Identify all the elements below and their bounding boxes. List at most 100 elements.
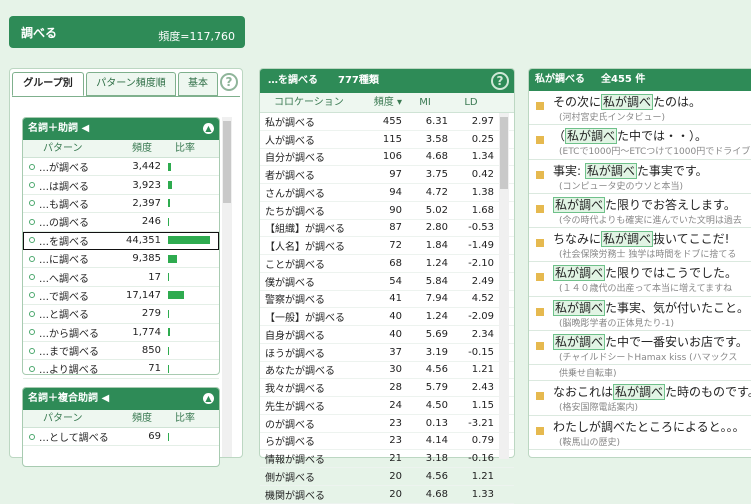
example-sentence-row[interactable]: なおこれは 私が調べ た時のものです。 (格安国際電話案内) bbox=[529, 381, 751, 416]
collocation-row[interactable]: 者が調べる 97 3.75 0.42 bbox=[260, 166, 514, 184]
col-frequency[interactable]: 頻度 bbox=[119, 140, 165, 157]
radio-icon[interactable] bbox=[29, 255, 35, 262]
radio-icon[interactable] bbox=[29, 163, 35, 170]
col-frequency[interactable]: 頻度 bbox=[119, 410, 165, 427]
col-ratio[interactable]: 比率 bbox=[165, 140, 219, 157]
tab-group[interactable]: グループ別 bbox=[12, 72, 84, 96]
collocation-row[interactable]: 【人名】が調べる 72 1.84 -1.49 bbox=[260, 237, 514, 255]
collocation-row[interactable]: らが調べる 23 4.14 0.79 bbox=[260, 433, 514, 451]
collocation-row[interactable]: 情報が調べる 21 3.18 -0.16 bbox=[260, 450, 514, 468]
pattern-row[interactable]: …として調べる 69 bbox=[23, 428, 219, 447]
pattern-row[interactable]: …を調べる 44,351 bbox=[23, 231, 219, 250]
collapse-icon[interactable]: ▲ bbox=[203, 123, 214, 134]
pattern-row[interactable]: …で調べる 17,147 bbox=[23, 287, 219, 306]
example-sentence-row[interactable]: その次に 私が調べ たのは。 (河村宮史氏インタビュー) bbox=[529, 91, 751, 126]
example-source[interactable]: (チャイルドシートHamax kiss (ハマックス bbox=[559, 350, 737, 363]
example-sentence-row[interactable]: （私が調べ た中では・・）。 (ETCで1000円～ETCつけて1000円でドライブ bbox=[529, 125, 751, 160]
pattern-row[interactable]: …の調べる 246 bbox=[23, 213, 219, 232]
col-ratio[interactable]: 比率 bbox=[165, 410, 219, 427]
collocation-row[interactable]: 僕が調べる 54 5.84 2.49 bbox=[260, 273, 514, 291]
pattern-row[interactable]: …も調べる 2,397 bbox=[23, 195, 219, 214]
radio-icon[interactable] bbox=[29, 329, 35, 336]
pattern-row[interactable]: …が調べる 3,442 bbox=[23, 158, 219, 177]
radio-icon[interactable] bbox=[29, 200, 35, 207]
radio-icon[interactable] bbox=[29, 310, 35, 317]
pattern-row[interactable]: …へ調べる 17 bbox=[23, 268, 219, 287]
example-source[interactable]: (ETCで1000円～ETCつけて1000円でドライブ bbox=[559, 144, 750, 157]
collocation-row[interactable]: ほうが調べる 37 3.19 -0.15 bbox=[260, 344, 514, 362]
collocation-row[interactable]: 機関が調べる 20 4.68 1.33 bbox=[260, 486, 514, 504]
pattern-row[interactable]: …から調べる 1,774 bbox=[23, 324, 219, 342]
collocation-row[interactable]: 自身が調べる 40 5.69 2.34 bbox=[260, 326, 514, 344]
radio-icon[interactable] bbox=[29, 218, 35, 225]
left-scroll-thumb[interactable] bbox=[223, 121, 231, 203]
example-sentence-row[interactable]: 私が調べ た限りではこうでした。 (１４０歳代の出産って本当に増えてますね bbox=[529, 262, 751, 297]
collocation-row[interactable]: あなたが調べる 30 4.56 1.21 bbox=[260, 362, 514, 380]
collocation-row[interactable]: 【一般】が調べる 40 1.24 -2.09 bbox=[260, 308, 514, 326]
col-frequency-sort[interactable]: 頻度 ▾ bbox=[360, 93, 402, 112]
radio-icon[interactable] bbox=[29, 182, 35, 189]
pattern-row[interactable]: …は調べる 3,923 bbox=[23, 176, 219, 195]
collocation-row[interactable]: のが調べる 23 0.13 -3.21 bbox=[260, 415, 514, 433]
example-source[interactable]: (鞍馬山の歴史) bbox=[559, 435, 620, 448]
collocation-row[interactable]: 側が調べる 20 4.56 1.21 bbox=[260, 468, 514, 486]
sentence-before: ちなみに bbox=[553, 232, 602, 247]
example-source[interactable]: (格安国際電話案内) bbox=[559, 400, 638, 413]
mid-scroll-thumb[interactable] bbox=[500, 117, 508, 189]
ratio-cell bbox=[165, 364, 219, 373]
col-collocation[interactable]: コロケーション bbox=[260, 93, 360, 112]
radio-icon[interactable] bbox=[29, 365, 35, 372]
collocation-row[interactable]: ことが調べる 68 1.24 -2.10 bbox=[260, 255, 514, 273]
example-sentence-row[interactable]: 私が調べ た事実、気が付いたこと。 (脳晩彫学者の正体見たり-1) bbox=[529, 297, 751, 332]
collocation-row[interactable]: 人が調べる 115 3.58 0.25 bbox=[260, 131, 514, 149]
pattern-row[interactable]: …より調べる 71 bbox=[23, 360, 219, 379]
example-source[interactable]: (脳晩彫学者の正体見たり-1) bbox=[559, 316, 674, 329]
example-sentence-row[interactable]: 供乗せ自転車) bbox=[529, 365, 751, 382]
tab-pattern-frequency[interactable]: パターン頻度順 bbox=[86, 72, 176, 96]
pattern-list: …が調べる 3,442 …は調べる 3,923 …も調べる 2,397 …の調べる 246 …を… bbox=[23, 158, 219, 379]
example-sentence-row[interactable]: 事実: 私が調べ た事実です。 (コンピュータ史のウソと本当) bbox=[529, 160, 751, 194]
tab-divider bbox=[12, 96, 240, 97]
example-source[interactable]: (今の時代よりも確実に進んでいた文明は過去 bbox=[559, 213, 742, 226]
collocation-row[interactable]: 【組織】が調べる 87 2.80 -0.53 bbox=[260, 220, 514, 238]
example-source[interactable]: (１４０歳代の出産って本当に増えてますね bbox=[559, 281, 732, 294]
radio-icon[interactable] bbox=[29, 274, 35, 281]
example-source[interactable]: 供乗せ自転車) bbox=[559, 366, 617, 379]
pattern-row[interactable]: …に調べる 9,385 bbox=[23, 250, 219, 269]
collocation-row[interactable]: 私が調べる 455 6.31 2.97 bbox=[260, 113, 514, 131]
collocation-row[interactable]: 我々が調べる 28 5.79 2.43 bbox=[260, 379, 514, 397]
left-scrollbar[interactable] bbox=[222, 117, 232, 457]
help-icon[interactable]: ? bbox=[491, 72, 509, 90]
mid-scrollbar[interactable] bbox=[499, 113, 509, 459]
example-source[interactable]: (社会保険労務士 独学は時間をドブに捨てる bbox=[559, 247, 736, 260]
section-header[interactable]: 名詞＋複合助詞 ◀ ▲ bbox=[23, 388, 219, 410]
col-ld[interactable]: LD bbox=[448, 93, 494, 112]
tab-basic[interactable]: 基本 bbox=[178, 72, 218, 96]
example-sentence-row[interactable]: 私が調べ た中で一番安いお店です。 (チャイルドシートHamax kiss (ハマッ… bbox=[529, 331, 751, 366]
collocation-row[interactable]: 先生が調べる 24 4.50 1.15 bbox=[260, 397, 514, 415]
example-source[interactable]: (河村宮史氏インタビュー) bbox=[559, 110, 665, 123]
pattern-row[interactable]: …と調べる 279 bbox=[23, 305, 219, 324]
col-mi[interactable]: MI bbox=[402, 93, 448, 112]
col-pattern[interactable]: パターン bbox=[23, 140, 119, 157]
collocation-ld: 0.79 bbox=[471, 435, 494, 447]
radio-icon[interactable] bbox=[29, 347, 35, 354]
section-header[interactable]: 名詞＋助詞 ◀ ▲ bbox=[23, 118, 219, 140]
radio-icon[interactable] bbox=[29, 292, 35, 299]
collocation-row[interactable]: さんが調べる 94 4.72 1.38 bbox=[260, 184, 514, 202]
collocation-row[interactable]: 自分が調べる 106 4.68 1.34 bbox=[260, 149, 514, 167]
radio-icon[interactable] bbox=[29, 433, 35, 440]
collocation-row[interactable]: たちが調べる 90 5.02 1.68 bbox=[260, 202, 514, 220]
example-sentence-row[interactable]: ちなみに 私が調べ 抜いてここだ! (社会保険労務士 独学は時間をドブに捨てる bbox=[529, 228, 751, 263]
example-source[interactable]: (コンピュータ史のウソと本当) bbox=[559, 179, 683, 192]
radio-icon[interactable] bbox=[29, 237, 35, 244]
col-pattern[interactable]: パターン bbox=[23, 410, 119, 427]
collocation-frequency: 20 bbox=[389, 488, 402, 500]
example-sentence-row[interactable]: わたしが調べたところによると。。。 (鞍馬山の歴史) bbox=[529, 416, 751, 450]
collocation-row[interactable]: 警察が調べる 41 7.94 4.52 bbox=[260, 291, 514, 309]
collocation-frequency: 455 bbox=[382, 115, 402, 127]
pattern-row[interactable]: …まで調べる 850 bbox=[23, 342, 219, 361]
help-icon[interactable]: ? bbox=[220, 73, 238, 91]
collapse-icon[interactable]: ▲ bbox=[203, 393, 214, 404]
example-sentence-row[interactable]: 私が調べ た限りでお答えします。 (今の時代よりも確実に進んでいた文明は過去 bbox=[529, 194, 751, 229]
